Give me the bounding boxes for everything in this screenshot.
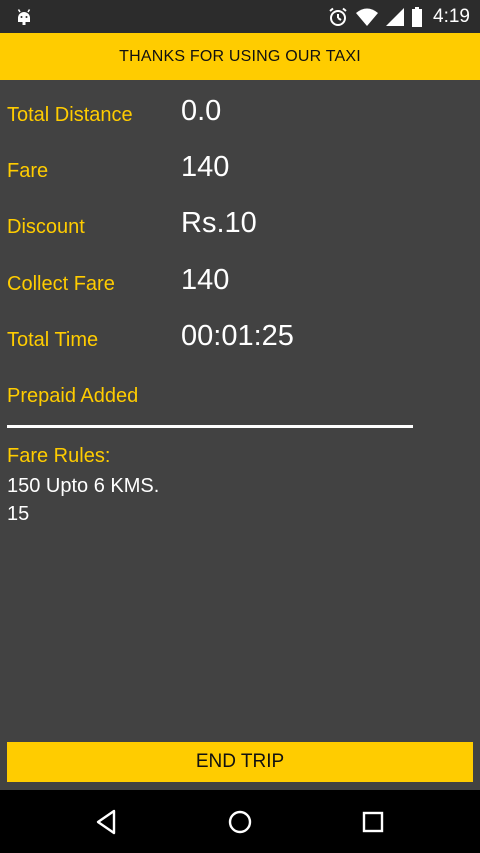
fare-rule-line: 15 [7,503,30,525]
clock: 4:19 [433,5,470,27]
status-bar: 4:19 [0,0,480,33]
collect-fare-value: 140 [181,264,230,296]
android-debug-icon [17,9,31,25]
total-distance-value: 0.0 [181,95,222,127]
fare-rules-heading: Fare Rules: [7,445,111,467]
discount-label: Discount [7,216,85,238]
total-distance-label: Total Distance [7,104,133,126]
header-banner: THANKS FOR USING OUR TAXI [0,33,480,80]
battery-icon [412,6,423,27]
page-title: THANKS FOR USING OUR TAXI [119,47,361,65]
recents-icon[interactable] [358,807,388,837]
total-time-label: Total Time [7,329,99,351]
discount-value: Rs.10 [181,207,257,239]
collect-fare-label: Collect Fare [7,273,115,295]
row-discount: Discount Rs.10 [0,197,480,253]
fare-rule-line: 150 Upto 6 KMS. [7,475,160,497]
alarm-icon [329,7,347,26]
status-icons: 4:19 [327,0,470,33]
back-icon[interactable] [92,807,122,837]
row-total-distance: Total Distance 0.0 [0,85,480,141]
navigation-bar [0,790,480,853]
wifi-icon [356,8,379,26]
prepaid-label: Prepaid Added [7,385,139,407]
fare-label: Fare [7,160,49,182]
divider [7,425,413,428]
total-time-value: 00:01:25 [181,320,294,352]
row-total-time: Total Time 00:01:25 [0,310,480,366]
fare-value: 140 [181,151,230,183]
screen: 4:19 THANKS FOR USING OUR TAXI Total Dis… [0,0,480,853]
end-trip-button[interactable]: END TRIP [7,742,473,782]
row-prepaid: Prepaid Added [0,366,480,422]
signal-icon [386,7,405,26]
row-collect-fare: Collect Fare 140 [0,254,480,310]
row-fare: Fare 140 [0,141,480,197]
home-icon[interactable] [225,807,255,837]
